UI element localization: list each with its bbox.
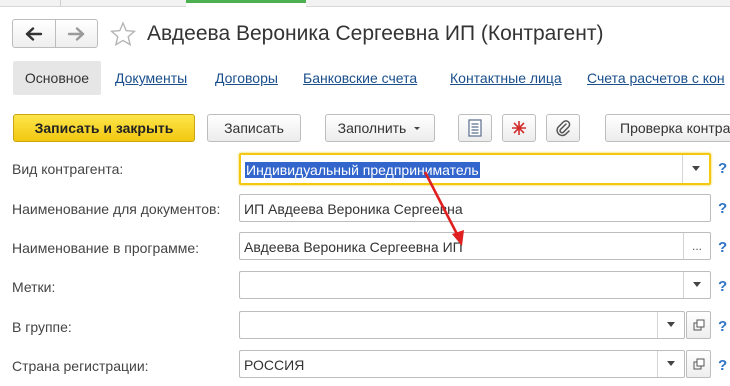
annotation-arrow (423, 171, 464, 246)
bottom-edge (0, 380, 730, 386)
